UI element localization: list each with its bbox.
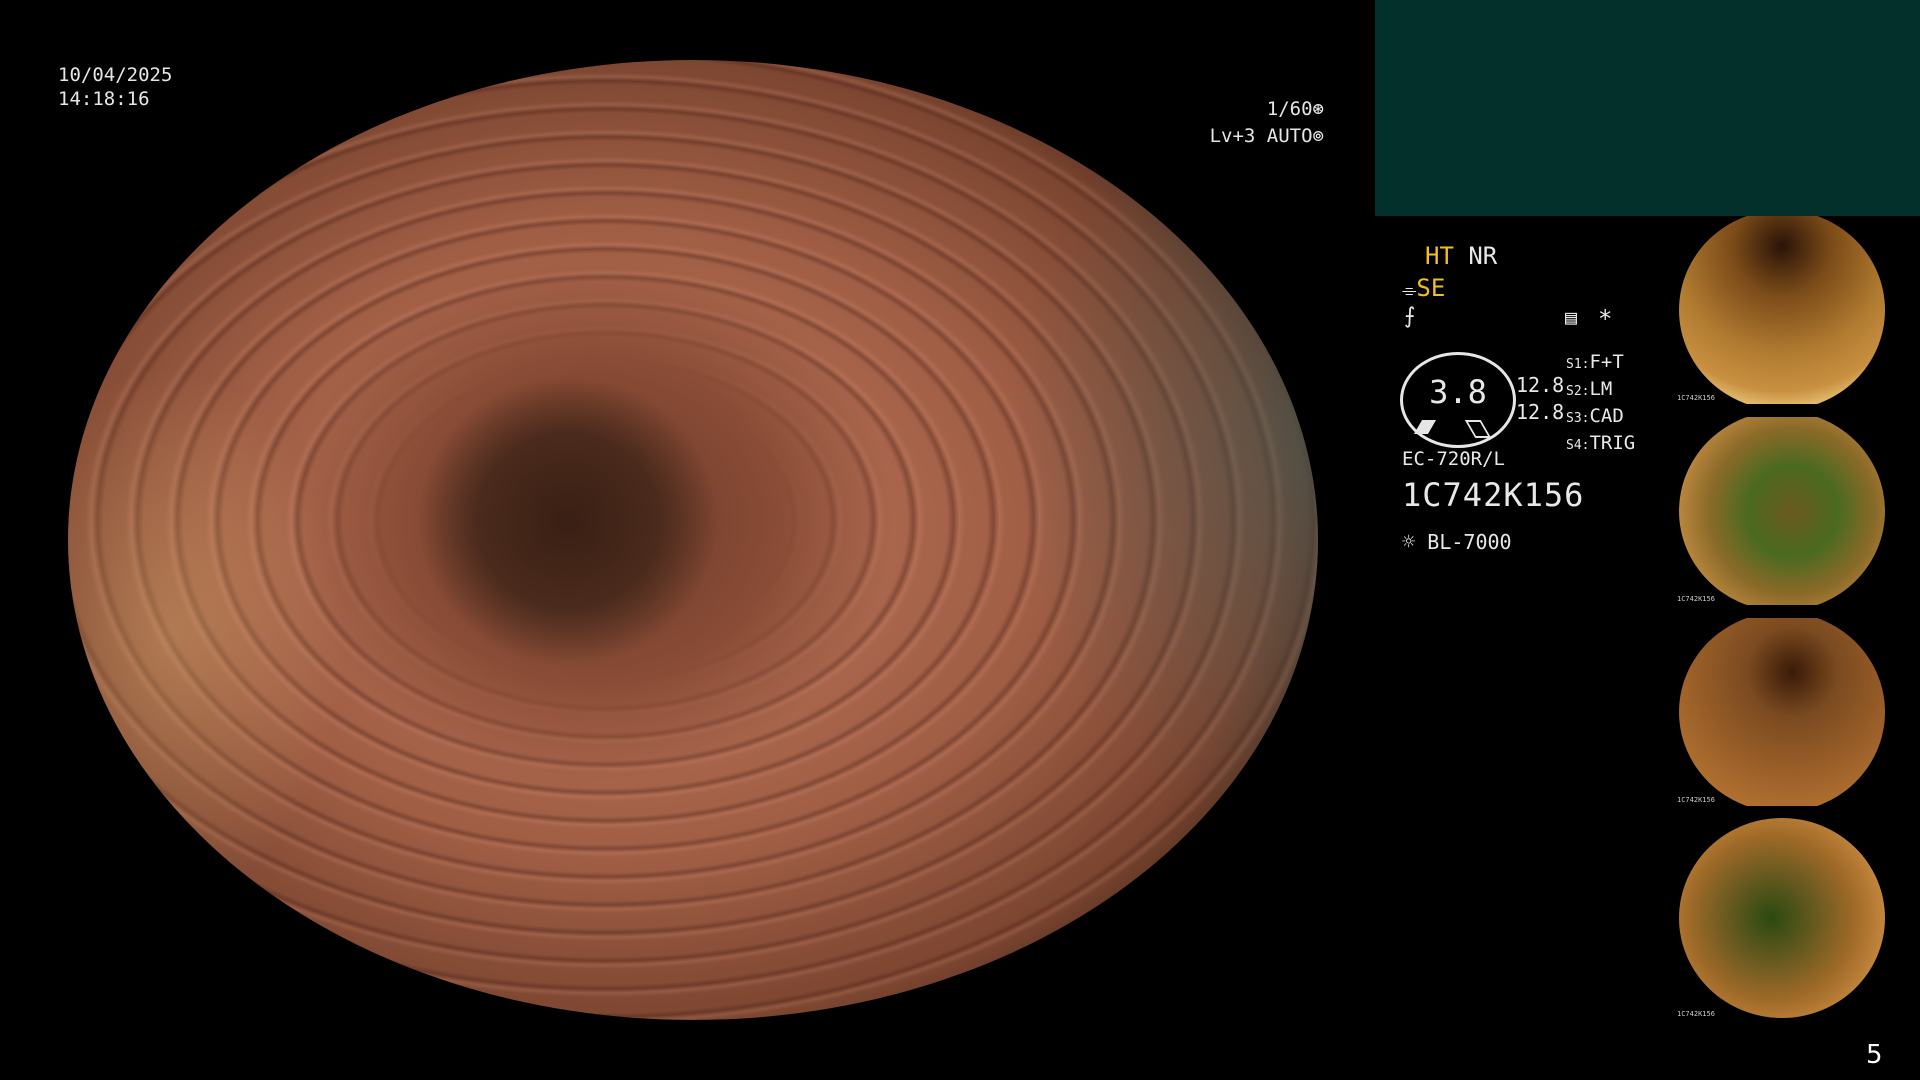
shutter-text: 1/60 [1266,98,1313,120]
thumbnail-caption: 1C742K156 [1677,394,1715,402]
gauge-value: 3.8 [1429,373,1487,411]
se-label: SE [1416,274,1446,302]
enhancement-icon: ⌯ [1402,280,1417,301]
ht-nr-row: HT NR [1425,242,1497,270]
memo-icon: ▤ [1565,305,1578,329]
thumbnail-caption: 1C742K156 [1677,1010,1715,1018]
thumbnail-caption: 1C742K156 [1677,796,1715,804]
s1-value: F+T [1589,351,1624,373]
scope-serial: 1C742K156 [1402,476,1585,514]
endoscope-view [68,60,1318,1020]
iris-text: Lv+3 AUTO [1209,125,1313,147]
s3-label: S3 [1566,411,1582,426]
nr-label: NR [1468,242,1498,270]
se-row: ⌯SE [1402,274,1445,302]
thumbnail-3[interactable]: 1C742K156 [1673,618,1920,806]
value-1: 12.8 [1516,373,1565,397]
iris-icon: ⊚ [1312,125,1324,147]
light-source-text: BL-7000 [1427,530,1512,554]
exposure-overlay: 1/60⊛ Lv+3 AUTO⊚ [1170,96,1324,150]
thumbnail-caption: 1C742K156 [1677,595,1715,603]
light-source-icon: ☼ [1402,530,1416,555]
s1-label: S1 [1566,357,1582,372]
thumbnail-2[interactable]: 1C742K156 [1673,417,1920,605]
scope-model: EC-720R/L [1402,448,1505,470]
shutter-icon: ⊛ [1312,98,1324,120]
value-2: 12.8 [1516,400,1565,424]
thumbnail-4[interactable]: 1C742K156 [1673,818,1920,1020]
thumbnail-1[interactable]: 1C742K156 [1673,216,1920,404]
s4-value: TRIG [1589,432,1636,454]
switch-list: S1:F+T S2:LM S3:CAD S4:TRIG [1566,351,1636,454]
date-text: 10/04/2025 [58,64,173,86]
s4-label: S4 [1566,438,1582,453]
time-text: 14:18:16 [58,88,150,110]
datetime-overlay: 10/04/2025 14:18:16 [58,62,172,113]
light-source-row: ☼ BL-7000 [1402,530,1512,555]
gauge-values: 12.8 12.8 [1516,372,1564,426]
page-number: 5 [1866,1040,1883,1070]
frequency-icon: ⨍ [1404,304,1416,329]
s2-value: LM [1589,378,1613,400]
s3-value: CAD [1589,405,1624,427]
asterisk-mark: * [1598,305,1613,333]
ht-label: HT [1425,242,1454,270]
info-header-box [1375,0,1920,216]
s2-label: S2 [1566,384,1582,399]
